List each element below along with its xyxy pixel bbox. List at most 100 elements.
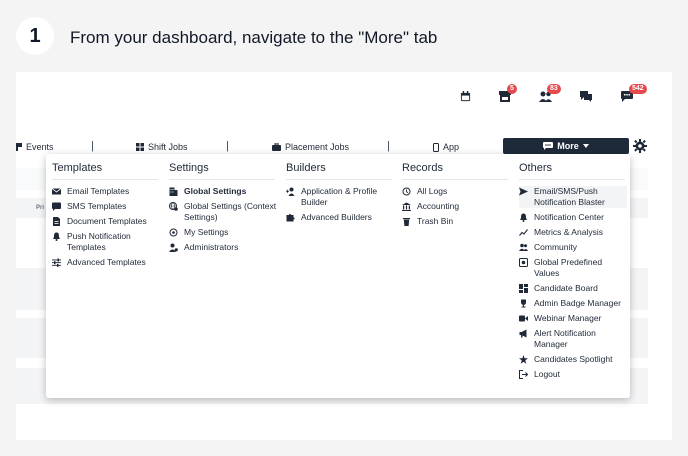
bell-icon — [53, 232, 60, 241]
menu-item-global-settings-context[interactable]: Global Settings (Context Settings) — [169, 201, 277, 223]
people-badge: 83 — [547, 84, 561, 94]
phone-icon — [433, 142, 439, 152]
store-icon[interactable]: 5 — [498, 84, 517, 102]
chevron-down-icon — [582, 144, 589, 148]
menu-item-label: Trash Bin — [417, 216, 454, 226]
gear-icon[interactable] — [633, 139, 647, 153]
menu-item-label: Metrics & Analysis — [534, 227, 603, 237]
calendar-icon[interactable] — [458, 90, 472, 102]
nav-events-label: Events — [26, 142, 54, 152]
more-tab-button[interactable]: More — [503, 138, 629, 154]
star-icon — [519, 355, 528, 364]
trash-icon — [403, 218, 410, 226]
envelope-icon — [52, 188, 61, 195]
message-badge: 542 — [629, 84, 647, 94]
menu-item-my-settings[interactable]: My Settings — [169, 227, 277, 238]
message-icon[interactable]: 542 — [620, 84, 647, 102]
menu-column-records: Records All Logs Accounting Trash Bin — [402, 162, 510, 231]
menu-item-label: Community — [534, 242, 577, 252]
menu-item-label: Candidates Spotlight — [534, 354, 613, 364]
menu-item-accounting[interactable]: Accounting — [402, 201, 510, 212]
settings-box-icon — [519, 258, 528, 267]
more-tab-label: More — [557, 141, 579, 151]
menu-item-label: Email Templates — [67, 186, 130, 196]
menu-item-sms-templates[interactable]: SMS Templates — [52, 201, 160, 212]
menu-item-label: My Settings — [184, 227, 229, 237]
bank-icon — [402, 202, 411, 211]
menu-item-admin-badge-manager[interactable]: Admin Badge Manager — [519, 298, 627, 309]
menu-item-label: Accounting — [417, 201, 460, 211]
menu-item-candidate-board[interactable]: Candidate Board — [519, 283, 627, 294]
nav-events[interactable]: Events — [16, 142, 54, 152]
chat-bubbles-icon[interactable] — [579, 90, 593, 102]
menu-item-label: Alert Notification Manager — [534, 328, 596, 349]
logout-icon — [519, 370, 528, 379]
menu-item-label: Global Settings (Context Settings) — [184, 201, 277, 222]
menu-item-candidates-spotlight[interactable]: Candidates Spotlight — [519, 354, 627, 365]
dashboard-icon — [519, 284, 528, 293]
menu-item-global-predefined-values[interactable]: Global Predefined Values — [519, 257, 627, 279]
menu-item-notification-center[interactable]: Notification Center — [519, 212, 627, 223]
nav-separator: | — [226, 140, 229, 152]
menu-item-document-templates[interactable]: Document Templates — [52, 216, 160, 227]
menu-item-label: Notification Center — [534, 212, 604, 222]
sms-icon — [52, 202, 61, 211]
menu-item-administrators[interactable]: Administrators — [169, 242, 277, 253]
menu-item-label: Global Settings — [184, 186, 247, 196]
people-icon[interactable]: 83 — [538, 84, 561, 102]
menu-item-application-profile-builder[interactable]: Application & Profile Builder — [286, 186, 394, 208]
menu-item-label: SMS Templates — [67, 201, 127, 211]
step-header: 1 From your dashboard, navigate to the "… — [0, 0, 688, 72]
menu-column-builders: Builders Application & Profile Builder A… — [286, 162, 394, 227]
nav-shift-jobs-label: Shift Jobs — [148, 142, 188, 152]
store-badge: 5 — [507, 84, 517, 94]
menu-column-templates: Templates Email Templates SMS Templates … — [52, 162, 160, 272]
admin-icon — [169, 243, 178, 252]
menu-item-label: All Logs — [417, 186, 448, 196]
menu-item-email-templates[interactable]: Email Templates — [52, 186, 160, 197]
menu-column-others: Others Email/SMS/Push Notification Blast… — [519, 162, 627, 384]
nav-app[interactable]: App — [433, 142, 459, 152]
menu-item-label: Webinar Manager — [534, 313, 602, 323]
menu-item-trash-bin[interactable]: Trash Bin — [402, 216, 510, 227]
menu-column-title: Settings — [169, 162, 275, 180]
menu-item-advanced-builders[interactable]: Advanced Builders — [286, 212, 394, 223]
menu-item-global-settings[interactable]: Global Settings — [169, 186, 277, 197]
menu-item-logout[interactable]: Logout — [519, 369, 627, 380]
menu-item-metrics-analysis[interactable]: Metrics & Analysis — [519, 227, 627, 238]
user-gear-icon — [169, 228, 178, 237]
document-icon — [53, 217, 60, 226]
send-icon — [519, 187, 528, 196]
nav-shift-jobs[interactable]: Shift Jobs — [136, 142, 188, 152]
menu-item-push-notification-templates[interactable]: Push Notification Templates — [52, 231, 160, 253]
user-plus-icon — [286, 187, 295, 196]
menu-column-title: Builders — [286, 162, 392, 180]
background-label: Pri — [36, 205, 45, 211]
nav-placement-jobs[interactable]: Placement Jobs — [272, 142, 349, 152]
megaphone-icon — [519, 329, 527, 338]
menu-column-title: Others — [519, 162, 625, 180]
shift-jobs-icon — [136, 143, 144, 151]
menu-item-webinar-manager[interactable]: Webinar Manager — [519, 313, 627, 324]
menu-item-label: Administrators — [184, 242, 239, 252]
screenshot-area: 5 83 542 Events | Shift Jobs | Placement… — [16, 72, 672, 440]
step-title: From your dashboard, navigate to the "Mo… — [70, 28, 438, 47]
nav-separator: | — [91, 140, 94, 152]
menu-item-label: Email/SMS/Push Notification Blaster — [534, 186, 605, 207]
briefcase-icon — [272, 143, 281, 151]
menu-item-alert-notification-manager[interactable]: Alert Notification Manager — [519, 328, 627, 350]
menu-item-all-logs[interactable]: All Logs — [402, 186, 510, 197]
menu-item-label: Advanced Templates — [67, 257, 146, 267]
menu-item-notification-blaster[interactable]: Email/SMS/Push Notification Blaster — [519, 186, 627, 208]
history-icon — [402, 187, 411, 196]
menu-item-advanced-templates[interactable]: Advanced Templates — [52, 257, 160, 268]
menu-item-community[interactable]: Community — [519, 242, 627, 253]
menu-item-label: Admin Badge Manager — [534, 298, 621, 308]
nav-separator: | — [387, 140, 390, 152]
more-chat-icon — [543, 142, 554, 150]
menu-column-title: Templates — [52, 162, 158, 180]
video-icon — [519, 315, 528, 322]
events-icon — [16, 143, 22, 151]
more-dropdown-menu: Templates Email Templates SMS Templates … — [46, 154, 630, 398]
menu-item-label: Push Notification Templates — [67, 231, 131, 252]
